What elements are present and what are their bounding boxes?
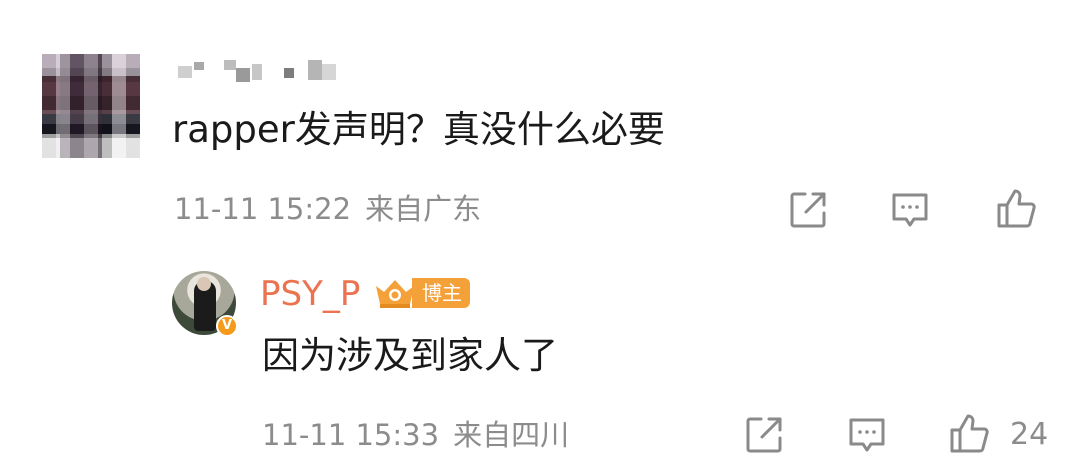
comment-meta: 11-11 15:22 来自广东 xyxy=(174,191,481,227)
like-count: 24 xyxy=(1010,417,1049,452)
reply-location: 来自四川 xyxy=(453,418,570,452)
blogger-badge: 博主 xyxy=(372,276,470,310)
reply-author-avatar[interactable]: V xyxy=(172,271,238,337)
reply-text: 因为涉及到家人了 xyxy=(262,334,558,377)
reply-timestamp: 11-11 15:33 xyxy=(262,418,440,452)
verified-badge-icon: V xyxy=(216,315,238,337)
comment-location: 来自广东 xyxy=(365,192,482,226)
comment-timestamp: 11-11 15:22 xyxy=(174,192,352,226)
blogger-badge-label: 博主 xyxy=(412,278,470,308)
reply-meta: 11-11 15:33 来自四川 xyxy=(262,417,569,453)
avatar-head xyxy=(197,277,211,291)
commenter-username-pixelated[interactable] xyxy=(176,60,348,82)
commenter-avatar-pixelated[interactable] xyxy=(42,54,140,158)
thumbs-up-icon[interactable] xyxy=(995,186,1039,230)
reply-author-name[interactable]: PSY_P xyxy=(260,274,360,314)
comment-text: rapper发声明？真没什么必要 xyxy=(172,108,665,151)
thumbs-up-icon[interactable] xyxy=(948,411,992,455)
share-icon[interactable] xyxy=(786,188,830,232)
comment-icon[interactable] xyxy=(888,188,932,232)
share-icon[interactable] xyxy=(742,413,786,457)
comment-icon[interactable] xyxy=(845,413,889,457)
